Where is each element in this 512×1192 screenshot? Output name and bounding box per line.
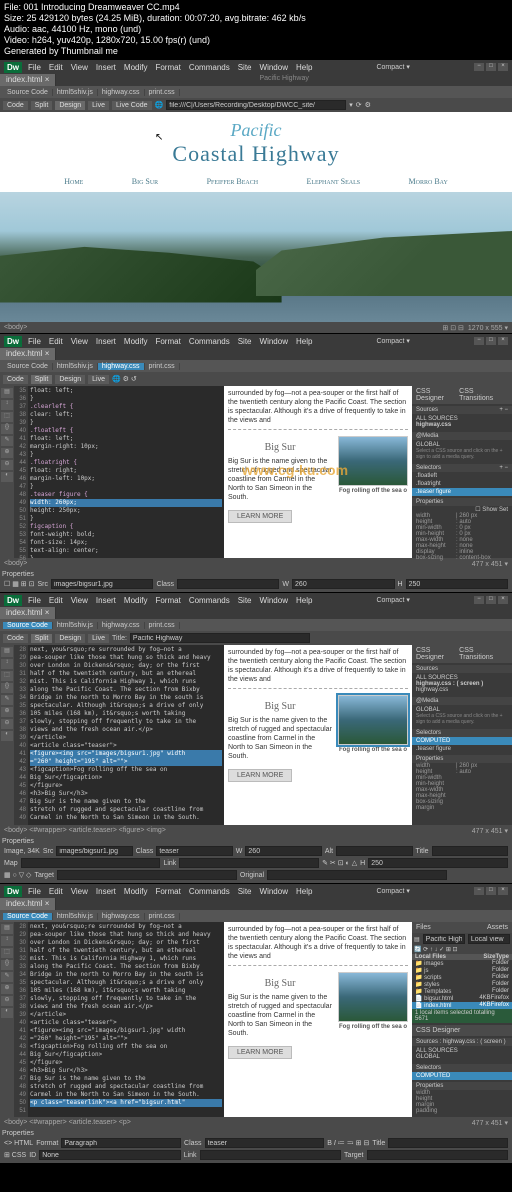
- code-toolbar[interactable]: ▤↕⬚{}✎⊕⊖◐: [0, 386, 14, 558]
- design-view-button[interactable]: Design: [55, 101, 85, 110]
- window-controls[interactable]: −□×: [474, 63, 508, 71]
- address-input[interactable]: [166, 100, 346, 110]
- live-code-button[interactable]: Live Code: [112, 101, 152, 110]
- hero-image: [0, 192, 512, 322]
- learn-more-button[interactable]: LEARN MORE: [228, 510, 292, 523]
- doc-toolbar[interactable]: Code Split Design Live Live Code 🌐 ▾⟳⚙: [0, 98, 512, 112]
- css-designer-panel[interactable]: CSS DesignerCSS Transitions Sources + − …: [412, 386, 512, 558]
- code-view-button[interactable]: Code: [3, 101, 28, 110]
- tab-bar[interactable]: index.html × Pacific Highway: [0, 74, 512, 86]
- properties-panel[interactable]: Properties ☐ ▦ ⊞ ⊡ Src Class W H: [0, 569, 512, 592]
- status-bar: <body> ⊞ ⊡ ⊟1270 x 555 ▾: [0, 322, 512, 333]
- media-info: File: 001 Introducing Dreamweaver CC.mp4…: [0, 0, 512, 59]
- css-code-editor[interactable]: 3536373839404142434445464748495051525354…: [14, 386, 224, 558]
- related-files[interactable]: Source Codehtml5shiv.jshighway.cssprint.…: [0, 86, 512, 98]
- site-nav[interactable]: HomeBig SurPfeiffer BeachElephant SealsM…: [0, 173, 512, 192]
- hero-pacific: Pacific: [231, 120, 282, 140]
- layout-dropdown[interactable]: Compact ▾: [376, 63, 409, 71]
- files-panel[interactable]: FilesAssets ▤ 🔄 ⟳ ↑ ↓ ✓ ⊞ ⊡ Local FilesS…: [412, 922, 512, 1117]
- menu-bar[interactable]: FileEditViewInsertModifyFormatCommandsSi…: [28, 63, 312, 72]
- live-preview: ↖ Pacific Coastal Highway HomeBig SurPfe…: [0, 112, 512, 322]
- design-preview[interactable]: surrounded by fog—not a pea-souper or th…: [224, 386, 412, 558]
- html-code-editor[interactable]: 2829303132333435363738394041424344454647…: [14, 645, 224, 825]
- split-view-button[interactable]: Split: [31, 101, 53, 110]
- cursor-icon: ↖: [155, 132, 163, 143]
- app-bar: Dw FileEditViewInsertModifyFormatCommand…: [0, 60, 512, 74]
- hero-coastal: Coastal Highway: [172, 141, 339, 166]
- live-view-button[interactable]: Live: [88, 101, 109, 110]
- dw-logo: Dw: [4, 62, 22, 73]
- html-code-editor-2[interactable]: 2829303132333435363738394041424344454647…: [14, 922, 224, 1117]
- bigsur-image: [338, 436, 408, 486]
- title-path: Pacific Highway: [56, 74, 512, 86]
